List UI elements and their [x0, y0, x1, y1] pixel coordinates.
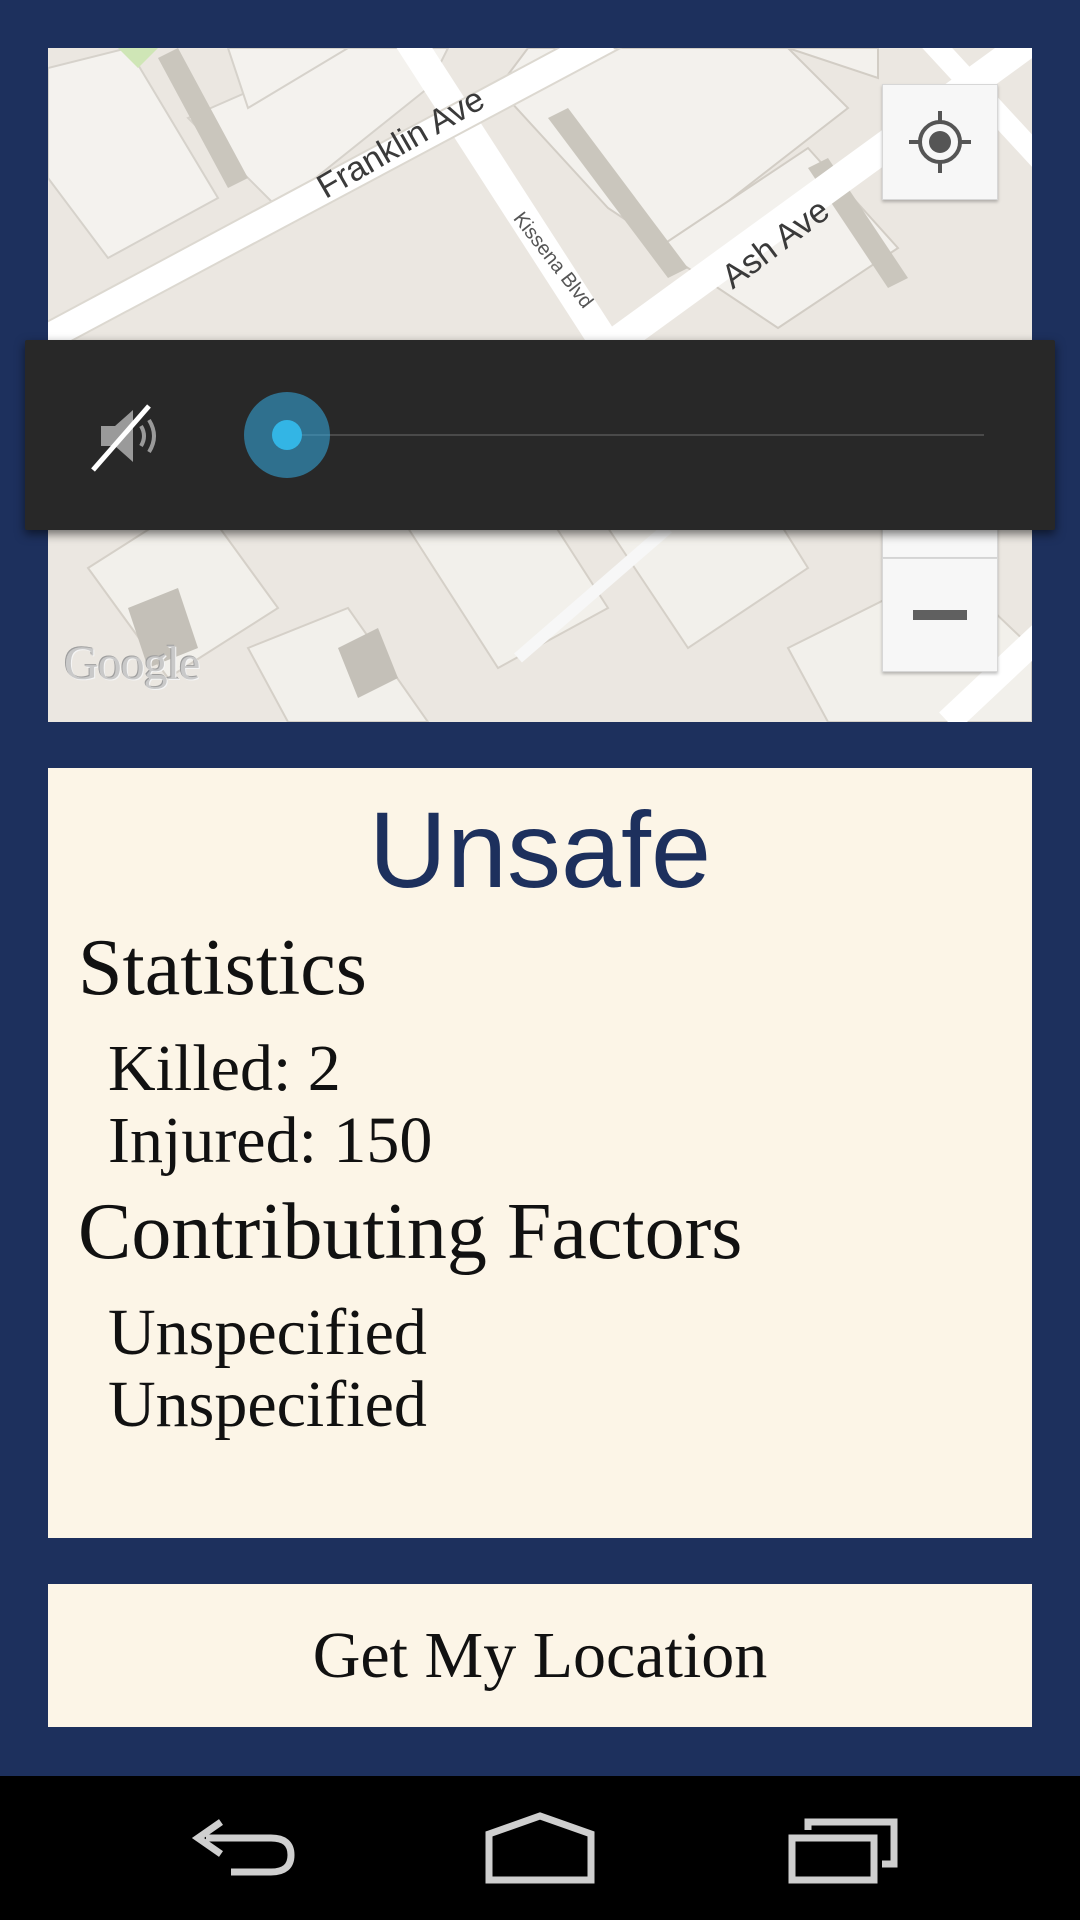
safety-status-title: Unsafe [368, 789, 712, 910]
contributing-factors-heading: Contributing Factors [78, 1188, 743, 1276]
home-icon[interactable] [475, 1808, 605, 1888]
volume-slider-track[interactable] [287, 434, 984, 436]
volume-muted-icon[interactable] [87, 396, 173, 476]
my-location-button[interactable] [882, 84, 998, 200]
zoom-out-button[interactable] [882, 558, 998, 672]
volume-slider-thumb-dot [272, 420, 302, 450]
statistics-heading: Statistics [78, 924, 367, 1012]
recents-icon[interactable] [778, 1808, 908, 1888]
google-logo: Google [64, 637, 200, 690]
factor-item: Unspecified [108, 1368, 427, 1441]
get-my-location-button[interactable]: Get My Location [48, 1584, 1032, 1727]
injured-stat: Injured: 150 [108, 1104, 433, 1177]
my-location-icon [909, 111, 971, 173]
killed-stat: Killed: 2 [108, 1032, 341, 1105]
back-icon[interactable] [176, 1808, 306, 1888]
factor-item: Unspecified [108, 1296, 427, 1369]
volume-panel [25, 340, 1055, 530]
volume-slider-thumb[interactable] [244, 392, 330, 478]
system-nav-bar [0, 1776, 1080, 1920]
safety-info-card: Unsafe Statistics Killed: 2 Injured: 150… [48, 768, 1032, 1538]
minus-icon [913, 610, 967, 620]
